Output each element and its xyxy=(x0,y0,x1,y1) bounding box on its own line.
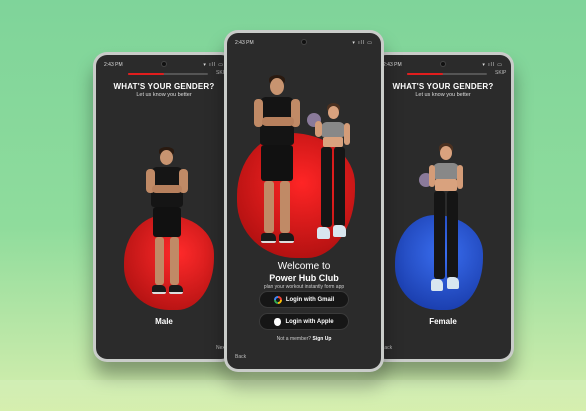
floor-reflection xyxy=(0,380,586,411)
welcome-title: Welcome to xyxy=(277,261,331,272)
tagline: plan your workout instantly form app xyxy=(263,284,345,290)
male-figure xyxy=(252,75,302,255)
question-title: WHAT'S YOUR GENDER? xyxy=(392,82,494,91)
status-time: 2:43 PM xyxy=(104,62,123,68)
progress-bar xyxy=(407,73,487,75)
progress-bar xyxy=(128,73,208,75)
login-apple-label: Login with Apple xyxy=(285,318,334,325)
gender-label-male[interactable]: Male xyxy=(96,317,232,326)
status-icons: ▾ ıll ▭ xyxy=(203,62,224,68)
male-figure[interactable] xyxy=(142,147,192,307)
member-text: Not a member? xyxy=(276,336,312,342)
welcome-screen: 2:43 PM ▾ ıll ▭ Welcome to Power Hub Clu… xyxy=(227,33,381,369)
gender-select-screen-female: 2:43 PM ▾ ıll ▭ SKIP WHAT'S YOUR GENDER?… xyxy=(375,55,511,359)
status-bar: 2:43 PM ▾ ıll ▭ xyxy=(235,40,373,46)
question-subtitle: Let us know you better xyxy=(136,92,192,98)
login-apple-button[interactable]: Login with Apple xyxy=(259,313,349,330)
signup-link[interactable]: Sign Up xyxy=(312,336,331,342)
status-icons: ▾ ıll ▭ xyxy=(352,40,373,46)
gender-select-screen-male: 2:43 PM ▾ ıll ▭ SKIP WHAT'S YOUR GENDER?… xyxy=(96,55,232,359)
brand-name: Power Hub Club xyxy=(269,273,339,283)
back-button[interactable]: Back xyxy=(235,354,246,360)
skip-button[interactable]: SKIP xyxy=(495,70,506,76)
status-bar: 2:43 PM ▾ ıll ▭ xyxy=(104,62,224,68)
female-figure[interactable] xyxy=(417,143,473,308)
signup-prompt: Not a member? Sign Up xyxy=(227,336,381,342)
gender-label-female[interactable]: Female xyxy=(375,317,511,326)
phone-center: 2:43 PM ▾ ıll ▭ Welcome to Power Hub Clu… xyxy=(224,30,384,372)
phone-right: 2:43 PM ▾ ıll ▭ SKIP WHAT'S YOUR GENDER?… xyxy=(372,52,514,362)
question-subtitle: Let us know you better xyxy=(415,92,471,98)
status-time: 2:43 PM xyxy=(235,40,254,46)
question-title: WHAT'S YOUR GENDER? xyxy=(113,82,215,91)
login-gmail-button[interactable]: Login with Gmail xyxy=(259,291,349,308)
status-time: 2:43 PM xyxy=(383,62,402,68)
login-gmail-label: Login with Gmail xyxy=(285,296,335,303)
apple-icon xyxy=(274,317,282,326)
google-icon xyxy=(273,295,282,304)
status-bar: 2:43 PM ▾ ıll ▭ xyxy=(383,62,503,68)
female-figure xyxy=(303,103,359,253)
phone-left: 2:43 PM ▾ ıll ▭ SKIP WHAT'S YOUR GENDER?… xyxy=(93,52,235,362)
status-icons: ▾ ıll ▭ xyxy=(482,62,503,68)
